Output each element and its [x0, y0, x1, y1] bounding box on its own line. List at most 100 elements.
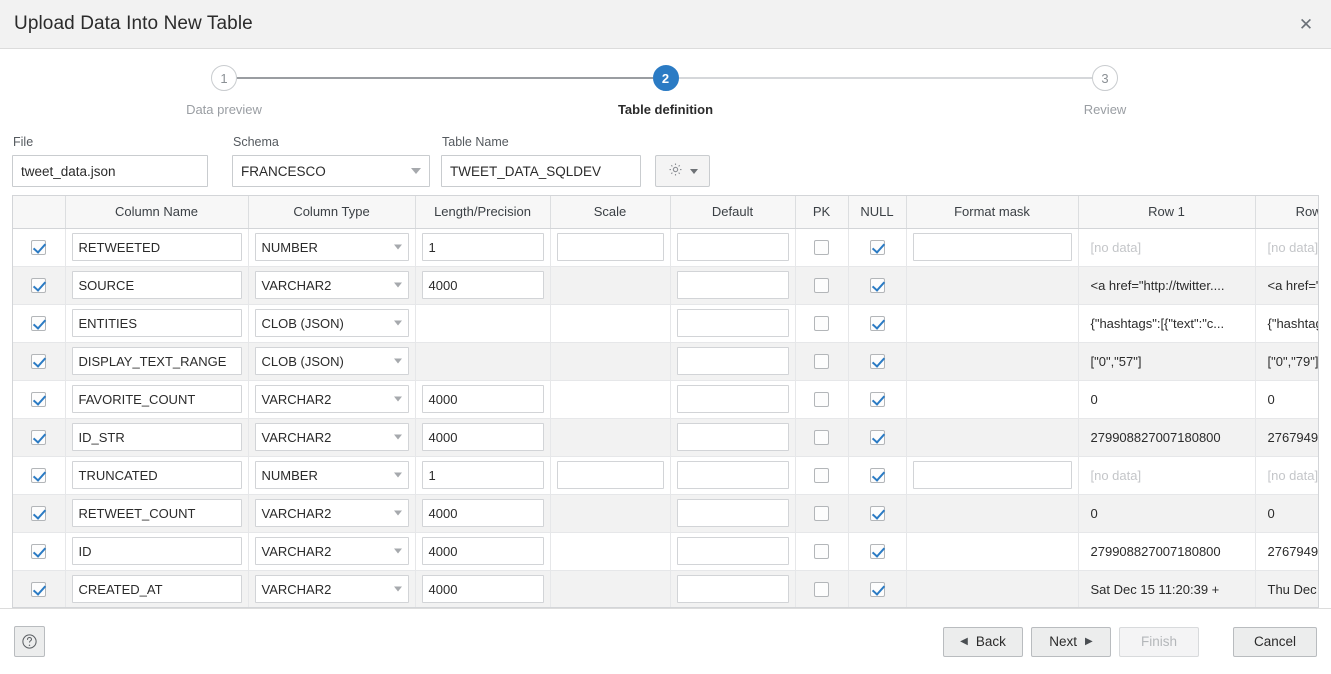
checkbox-unchecked[interactable] — [814, 430, 829, 446]
grid-header-default[interactable]: Default — [670, 196, 796, 229]
table-row[interactable]: ID VARCHAR2 4000 279908827007180800 27679494 — [13, 532, 1318, 571]
schema-select[interactable]: FRANCESCO — [232, 155, 430, 187]
table-row[interactable]: FAVORITE_COUNT VARCHAR2 4000 0 0 — [13, 380, 1318, 419]
cancel-button[interactable]: Cancel — [1233, 626, 1317, 657]
grid-header-scale[interactable]: Scale — [550, 196, 671, 229]
table-row[interactable]: ENTITIES CLOB (JSON) {"hashtags":[{"text":… — [13, 304, 1318, 343]
checkbox-checked[interactable] — [869, 240, 885, 256]
column-type-select[interactable]: CLOB (JSON) — [254, 309, 409, 337]
checkbox-checked[interactable] — [31, 544, 47, 560]
default-input[interactable] — [676, 499, 789, 527]
column-type-select[interactable]: VARCHAR2 — [254, 271, 409, 299]
checkbox-checked[interactable] — [869, 544, 885, 560]
table-row[interactable]: CREATED_AT VARCHAR2 4000 Sat Dec 15 11:20:3… — [13, 570, 1318, 607]
stepper-step-2[interactable]: 2 — [652, 65, 679, 91]
grid-header-column-name[interactable]: Column Name — [65, 196, 249, 229]
checkbox-checked[interactable] — [31, 392, 47, 408]
settings-button[interactable] — [655, 155, 710, 187]
checkbox-unchecked[interactable] — [814, 506, 829, 522]
length-precision-input[interactable]: 4000 — [421, 537, 544, 565]
checkbox-checked[interactable] — [869, 506, 885, 522]
length-precision-input[interactable]: 1 — [421, 461, 544, 489]
back-button[interactable]: ◀ Back — [943, 626, 1023, 657]
grid-header-column-type[interactable]: Column Type — [248, 196, 416, 229]
grid-header-pk[interactable]: PK — [795, 196, 849, 229]
column-type-select[interactable]: VARCHAR2 — [254, 499, 409, 527]
column-type-select[interactable]: NUMBER — [254, 233, 409, 261]
checkbox-checked[interactable] — [31, 278, 47, 294]
stepper-step-3[interactable]: 3 — [1092, 65, 1118, 91]
checkbox-unchecked[interactable] — [814, 392, 829, 408]
default-input[interactable] — [676, 233, 789, 261]
stepper-step-1[interactable]: 1 — [211, 65, 237, 91]
format-mask-input[interactable] — [912, 233, 1072, 261]
scale-input[interactable] — [556, 461, 664, 489]
format-mask-input[interactable] — [912, 461, 1072, 489]
checkbox-checked[interactable] — [31, 468, 47, 484]
grid-header-row-1[interactable]: Row 1 — [1078, 196, 1256, 229]
table-row[interactable]: RETWEETED NUMBER 1 [no data] [no data] — [13, 228, 1318, 267]
column-name-input[interactable]: RETWEETED — [71, 233, 242, 261]
checkbox-checked[interactable] — [869, 316, 885, 332]
length-precision-input[interactable]: 4000 — [421, 385, 544, 413]
checkbox-checked[interactable] — [31, 430, 47, 446]
checkbox-unchecked[interactable] — [814, 240, 829, 256]
table-row[interactable]: TRUNCATED NUMBER 1 [no data] [no data] — [13, 456, 1318, 495]
next-button[interactable]: Next ▶ — [1031, 626, 1111, 657]
default-input[interactable] — [676, 347, 789, 375]
default-input[interactable] — [676, 423, 789, 451]
checkbox-checked[interactable] — [869, 468, 885, 484]
checkbox-unchecked[interactable] — [814, 544, 829, 560]
column-name-input[interactable]: CREATED_AT — [71, 575, 242, 603]
grid-header-length-precision[interactable]: Length/Precision — [415, 196, 551, 229]
length-precision-input[interactable]: 4000 — [421, 499, 544, 527]
table-row[interactable]: RETWEET_COUNT VARCHAR2 4000 0 0 — [13, 494, 1318, 533]
column-name-input[interactable]: SOURCE — [71, 271, 242, 299]
column-type-select[interactable]: NUMBER — [254, 461, 409, 489]
checkbox-checked[interactable] — [31, 354, 47, 370]
file-input[interactable]: tweet_data.json — [12, 155, 208, 187]
column-name-input[interactable]: ENTITIES — [71, 309, 242, 337]
checkbox-checked[interactable] — [31, 240, 47, 256]
checkbox-checked[interactable] — [31, 316, 47, 332]
checkbox-checked[interactable] — [31, 582, 47, 598]
grid-header-null[interactable]: NULL — [848, 196, 907, 229]
length-precision-input[interactable]: 4000 — [421, 575, 544, 603]
column-type-select[interactable]: VARCHAR2 — [254, 385, 409, 413]
column-name-input[interactable]: TRUNCATED — [71, 461, 242, 489]
grid-header-format-mask[interactable]: Format mask — [906, 196, 1079, 229]
column-name-input[interactable]: ID_STR — [71, 423, 242, 451]
table-row[interactable]: SOURCE VARCHAR2 4000 <a href="http://twitte… — [13, 266, 1318, 305]
default-input[interactable] — [676, 461, 789, 489]
grid-header-row-2[interactable]: Row 2 — [1255, 196, 1318, 229]
checkbox-unchecked[interactable] — [814, 278, 829, 294]
checkbox-checked[interactable] — [31, 506, 47, 522]
default-input[interactable] — [676, 385, 789, 413]
close-icon[interactable]: ✕ — [1293, 11, 1319, 37]
column-type-select[interactable]: VARCHAR2 — [254, 537, 409, 565]
checkbox-unchecked[interactable] — [814, 354, 829, 370]
length-precision-input[interactable]: 4000 — [421, 271, 544, 299]
checkbox-unchecked[interactable] — [814, 582, 829, 598]
column-type-select[interactable]: CLOB (JSON) — [254, 347, 409, 375]
help-button[interactable] — [14, 626, 45, 657]
checkbox-checked[interactable] — [869, 278, 885, 294]
default-input[interactable] — [676, 575, 789, 603]
column-name-input[interactable]: DISPLAY_TEXT_RANGE — [71, 347, 242, 375]
checkbox-unchecked[interactable] — [814, 316, 829, 332]
columns-grid[interactable]: Column Name Column Type Length/Precision… — [12, 195, 1319, 608]
default-input[interactable] — [676, 309, 789, 337]
column-name-input[interactable]: ID — [71, 537, 242, 565]
checkbox-checked[interactable] — [869, 582, 885, 598]
column-name-input[interactable]: RETWEET_COUNT — [71, 499, 242, 527]
checkbox-unchecked[interactable] — [814, 468, 829, 484]
column-name-input[interactable]: FAVORITE_COUNT — [71, 385, 242, 413]
default-input[interactable] — [676, 537, 789, 565]
scale-input[interactable] — [556, 233, 664, 261]
table-name-input[interactable]: TWEET_DATA_SQLDEV — [441, 155, 641, 187]
checkbox-checked[interactable] — [869, 392, 885, 408]
column-type-select[interactable]: VARCHAR2 — [254, 423, 409, 451]
checkbox-checked[interactable] — [869, 430, 885, 446]
length-precision-input[interactable]: 1 — [421, 233, 544, 261]
length-precision-input[interactable]: 4000 — [421, 423, 544, 451]
